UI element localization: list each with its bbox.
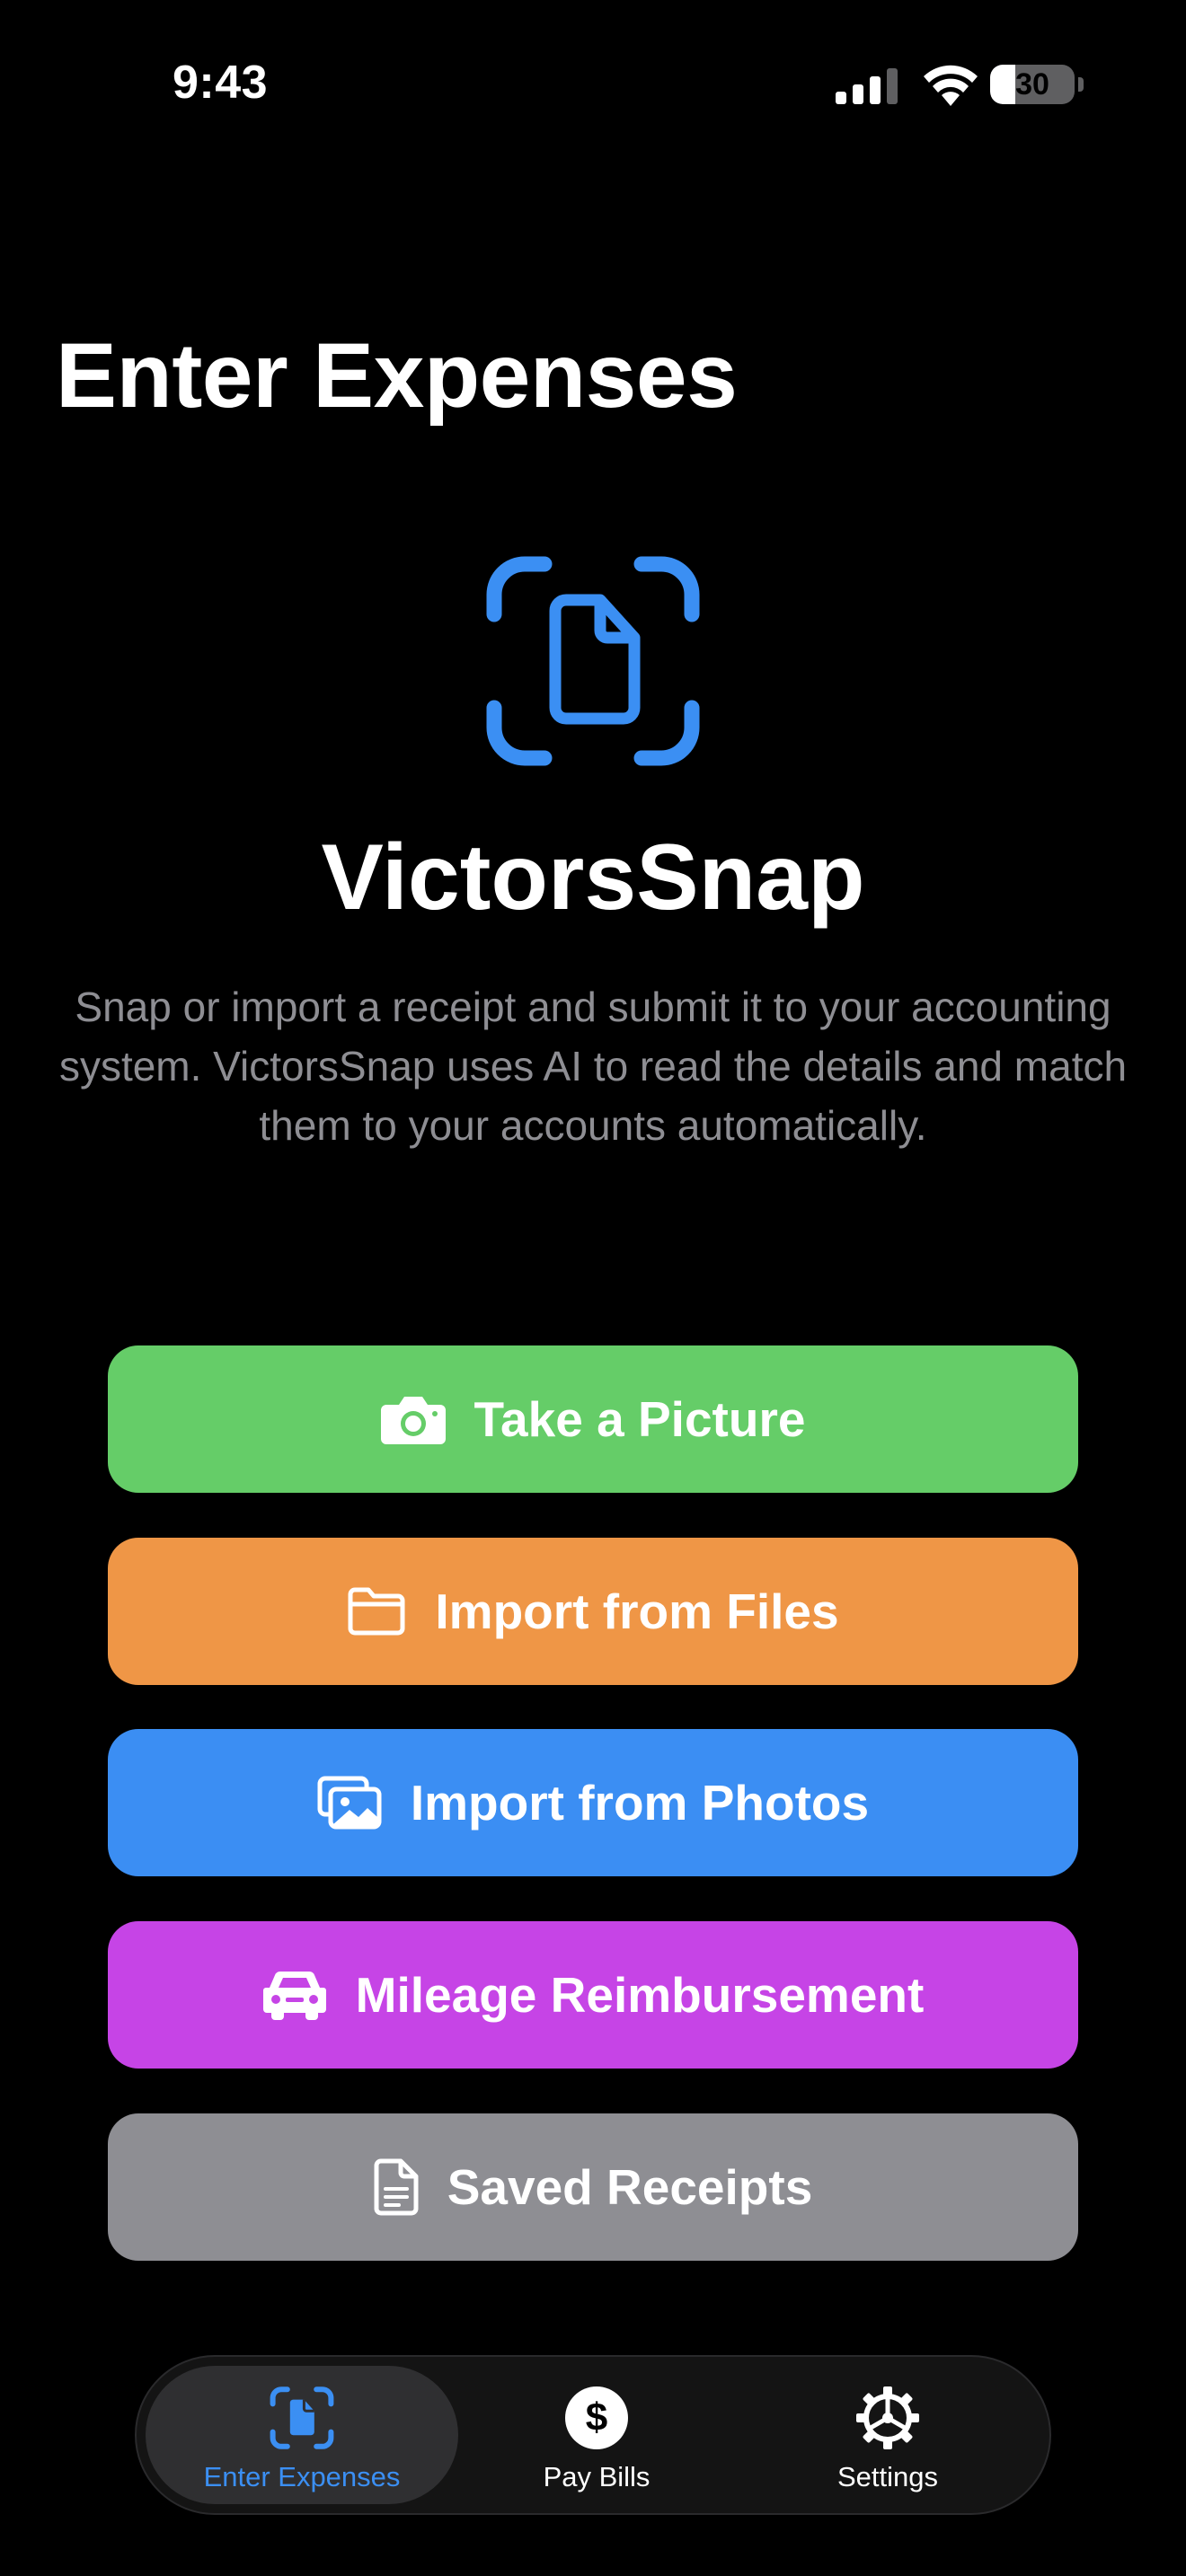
tab-bar: Enter Expenses $ Pay Bills Settings bbox=[135, 2355, 1051, 2515]
import-photos-button[interactable]: Import from Photos bbox=[108, 1729, 1078, 1876]
photos-icon bbox=[317, 1776, 382, 1830]
mileage-reimbursement-label: Mileage Reimbursement bbox=[355, 1967, 925, 2023]
folder-icon bbox=[347, 1587, 406, 1636]
tab-pay-bills-label: Pay Bills bbox=[543, 2461, 651, 2492]
take-picture-label: Take a Picture bbox=[474, 1391, 806, 1447]
app-description: Snap or import a receipt and submit it t… bbox=[58, 984, 1128, 1149]
gear-icon bbox=[856, 2386, 919, 2449]
screen: 9:43 30 Enter Expenses VictorsSnap Snap … bbox=[0, 0, 1186, 2576]
saved-receipts-button[interactable]: Saved Receipts bbox=[108, 2113, 1078, 2261]
import-files-label: Import from Files bbox=[435, 1584, 839, 1639]
wifi-icon bbox=[924, 65, 978, 106]
battery-icon: 30 bbox=[990, 65, 1091, 104]
import-files-button[interactable]: Import from Files bbox=[108, 1538, 1078, 1685]
cellular-signal-icon bbox=[836, 68, 898, 104]
document-scan-icon bbox=[486, 556, 700, 766]
page-title: Enter Expenses bbox=[56, 324, 738, 427]
document-scan-icon bbox=[270, 2386, 334, 2449]
import-photos-label: Import from Photos bbox=[410, 1775, 870, 1831]
tab-pay-bills[interactable]: $ Pay Bills bbox=[462, 2357, 731, 2513]
tab-settings-label: Settings bbox=[836, 2461, 938, 2492]
camera-icon bbox=[380, 1394, 446, 1444]
mileage-reimbursement-button[interactable]: Mileage Reimbursement bbox=[108, 1921, 1078, 2069]
tab-enter-expenses-label: Enter Expenses bbox=[203, 2461, 401, 2492]
tab-settings[interactable]: Settings bbox=[753, 2357, 1022, 2513]
battery-level: 30 bbox=[1015, 67, 1049, 101]
tab-enter-expenses[interactable]: Enter Expenses bbox=[167, 2357, 437, 2513]
status-time: 9:43 bbox=[173, 57, 269, 109]
status-icons: 30 bbox=[836, 63, 1087, 108]
car-icon bbox=[262, 1970, 327, 2020]
take-picture-button[interactable]: Take a Picture bbox=[108, 1345, 1078, 1493]
document-icon bbox=[374, 2158, 419, 2216]
saved-receipts-label: Saved Receipts bbox=[447, 2159, 813, 2215]
dollar-circle-icon: $ bbox=[565, 2386, 628, 2449]
app-name: VictorsSnap bbox=[321, 825, 865, 930]
